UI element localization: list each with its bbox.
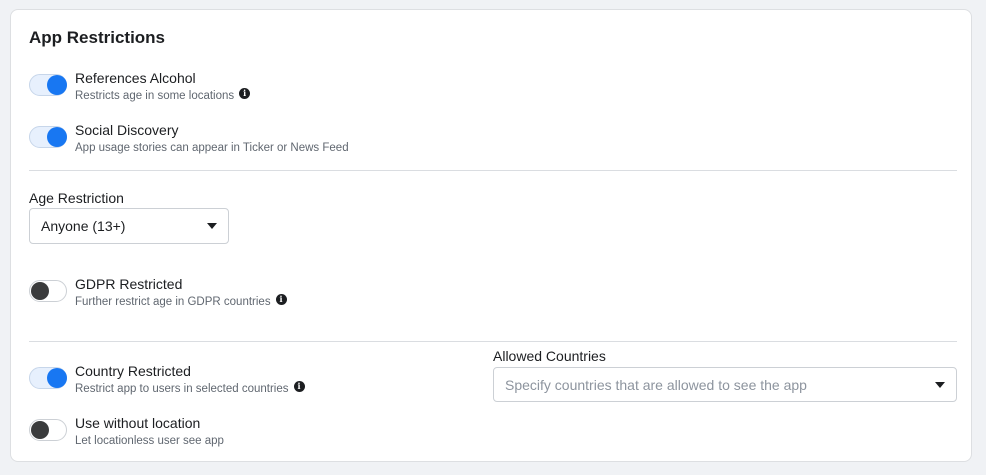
- use-without-location-row: Use without location Let locationless us…: [29, 415, 224, 449]
- app-restrictions-card: App Restrictions References Alcohol Rest…: [10, 9, 972, 462]
- social-discovery-toggle[interactable]: [29, 126, 67, 148]
- references-alcohol-label: References Alcohol: [75, 70, 196, 86]
- age-restriction-select[interactable]: Anyone (13+): [29, 208, 229, 244]
- gdpr-restricted-description: Further restrict age in GDPR countries: [75, 296, 271, 308]
- info-icon[interactable]: i: [239, 88, 251, 99]
- gdpr-restricted-row: GDPR Restricted Further restrict age in …: [29, 276, 287, 310]
- social-discovery-texts: Social Discovery App usage stories can a…: [75, 122, 349, 156]
- toggle-knob: [47, 127, 67, 147]
- social-discovery-description: App usage stories can appear in Ticker o…: [75, 142, 349, 154]
- info-icon[interactable]: i: [293, 381, 305, 392]
- country-restricted-texts: Country Restricted Restrict app to users…: [75, 363, 305, 397]
- country-restricted-description: Restrict app to users in selected countr…: [75, 383, 289, 395]
- section-title: App Restrictions: [29, 28, 166, 47]
- references-alcohol-description: Restricts age in some locations: [75, 90, 235, 102]
- references-alcohol-toggle[interactable]: [29, 74, 67, 96]
- toggle-knob: [31, 282, 49, 300]
- age-restriction-value: Anyone (13+): [41, 218, 126, 234]
- use-without-location-desc-line: Let locationless user see app: [75, 434, 224, 449]
- social-discovery-row: Social Discovery App usage stories can a…: [29, 122, 349, 156]
- use-without-location-toggle[interactable]: [29, 419, 67, 441]
- section-divider: [29, 170, 957, 171]
- social-discovery-desc-line: App usage stories can appear in Ticker o…: [75, 141, 349, 156]
- references-alcohol-texts: References Alcohol Restricts age in some…: [75, 70, 251, 104]
- toggle-knob: [47, 75, 67, 95]
- references-alcohol-row: References Alcohol Restricts age in some…: [29, 70, 251, 104]
- country-restricted-row: Country Restricted Restrict app to users…: [29, 363, 305, 397]
- gdpr-restricted-toggle[interactable]: [29, 280, 67, 302]
- allowed-countries-label: Allowed Countries: [493, 348, 606, 364]
- section-divider: [29, 341, 957, 342]
- gdpr-restricted-desc-line: Further restrict age in GDPR countries i: [75, 294, 287, 310]
- gdpr-restricted-texts: GDPR Restricted Further restrict age in …: [75, 276, 287, 310]
- references-alcohol-desc-line: Restricts age in some locations i: [75, 88, 251, 104]
- use-without-location-description: Let locationless user see app: [75, 435, 224, 447]
- toggle-knob: [31, 421, 49, 439]
- country-restricted-label: Country Restricted: [75, 363, 191, 379]
- use-without-location-label: Use without location: [75, 415, 201, 431]
- allowed-countries-select[interactable]: Specify countries that are allowed to se…: [493, 367, 957, 402]
- social-discovery-label: Social Discovery: [75, 122, 179, 138]
- allowed-countries-placeholder: Specify countries that are allowed to se…: [505, 376, 807, 393]
- info-icon[interactable]: i: [275, 294, 287, 305]
- country-restricted-toggle[interactable]: [29, 367, 67, 389]
- toggle-knob: [47, 368, 67, 388]
- use-without-location-texts: Use without location Let locationless us…: [75, 415, 224, 449]
- age-restriction-label: Age Restriction: [29, 190, 124, 206]
- caret-down-icon: [935, 381, 945, 388]
- gdpr-restricted-label: GDPR Restricted: [75, 276, 183, 292]
- caret-down-icon: [207, 223, 217, 229]
- country-restricted-desc-line: Restrict app to users in selected countr…: [75, 381, 305, 397]
